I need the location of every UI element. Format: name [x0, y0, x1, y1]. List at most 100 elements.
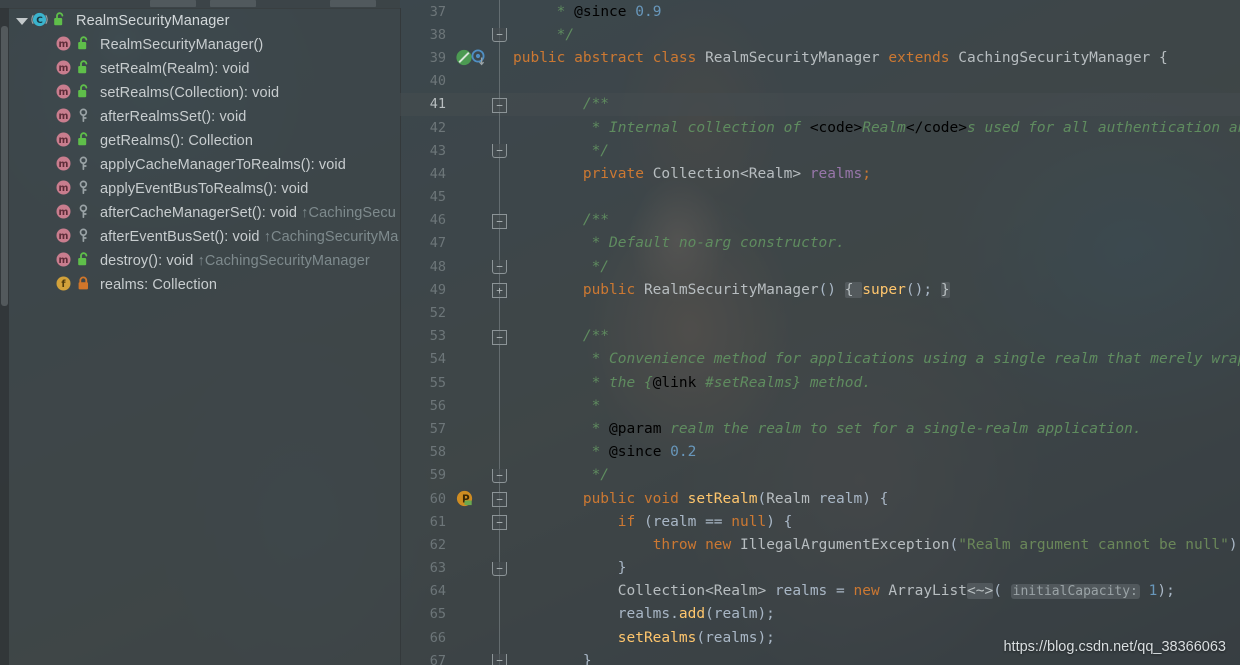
code-line[interactable]: 46 − /**	[400, 208, 1240, 232]
code-line[interactable]: 64 Collection<Realm> realms = new ArrayL…	[400, 579, 1240, 603]
method-icon: m	[55, 227, 75, 247]
protected-key-icon	[77, 204, 93, 222]
code-text: * the {@link #setRealms} method.	[582, 374, 871, 391]
toolbar-chip[interactable]	[150, 0, 196, 7]
code-editor[interactable]: 37 * @since 0.9 38 − */ 39 public abstract c…	[400, 0, 1240, 665]
gutter-markers	[453, 46, 487, 69]
structure-item-3[interactable]: m afterRealmsSet(): void	[9, 105, 400, 129]
code-line[interactable]: 65 realms.add(realm);	[400, 602, 1240, 627]
fold-end-handle[interactable]: −	[492, 468, 507, 483]
fold-column	[487, 69, 513, 93]
line-number: 58	[429, 444, 446, 461]
gutter-markers	[453, 371, 487, 394]
code-line[interactable]: 52	[400, 301, 1240, 325]
fold-end-handle[interactable]: −	[492, 144, 507, 159]
gutter-markers	[453, 23, 487, 46]
chevron-down-icon[interactable]	[13, 9, 31, 33]
structure-scrollbar[interactable]	[0, 8, 9, 665]
code-line[interactable]: 43 − */	[400, 139, 1240, 163]
ide-window: C RealmSecurityManager m RealmSecurityManag…	[0, 0, 1240, 665]
code-line[interactable]: 38 − */	[400, 23, 1240, 47]
code-line[interactable]: 49 + public RealmSecurityManager() { supe…	[400, 278, 1240, 302]
code-line[interactable]: 57 * @param realm the realm to set for a…	[400, 417, 1240, 441]
fold-end-handle[interactable]: −	[492, 260, 507, 275]
fold-collapse-handle[interactable]: −	[492, 491, 507, 507]
fold-guide	[499, 394, 500, 418]
fold-guide	[499, 69, 500, 93]
code-line[interactable]: 60 P − public void setRealm(Realm realm) {	[400, 486, 1240, 512]
structure-item-4[interactable]: m getRealms(): Collection	[9, 129, 400, 153]
gutter-markers	[453, 116, 487, 139]
code-text: Collection<Realm> realms = new ArrayList…	[617, 583, 1175, 600]
fold-guide	[499, 533, 500, 557]
fold-collapse-handle[interactable]: −	[492, 515, 507, 531]
svg-text:m: m	[59, 111, 69, 122]
structure-item-7[interactable]: m afterCacheManagerSet(): void ↑CachingSe…	[9, 201, 400, 225]
gutter-markers	[453, 348, 487, 371]
gutter-markers	[453, 0, 487, 23]
code-text: if (realm == null) {	[617, 513, 793, 530]
gutter-markers	[453, 557, 487, 580]
code-line[interactable]: 61 − if (realm == null) {	[400, 510, 1240, 534]
toolbar-chip[interactable]	[330, 0, 376, 7]
structure-item-1[interactable]: m setRealm(Realm): void	[9, 57, 400, 81]
structure-root-node[interactable]: C RealmSecurityManager	[9, 9, 400, 33]
implemented-gutter-icon[interactable]	[455, 48, 485, 71]
structure-item-2[interactable]: m setRealms(Collection): void	[9, 81, 400, 105]
structure-item-label: applyCacheManagerToRealms(): void	[100, 157, 346, 173]
fold-end-handle[interactable]: −	[492, 654, 507, 665]
gutter-markers	[453, 139, 487, 162]
code-text: realms.add(realm);	[617, 606, 775, 623]
code-line[interactable]: 44 private Collection<Realm> realms;	[400, 162, 1240, 186]
code-line[interactable]: 62 throw new IllegalArgumentException("R…	[400, 533, 1240, 557]
code-line[interactable]: 47 * Default no-arg constructor.	[400, 231, 1240, 256]
code-line[interactable]: 54 * Convenience method for applications…	[400, 347, 1240, 371]
code-text: /**	[582, 96, 610, 113]
override-gutter-icon[interactable]: P	[455, 489, 475, 512]
fold-guide	[499, 301, 500, 325]
fold-collapse-handle[interactable]: −	[492, 213, 507, 229]
code-line[interactable]: 41 − /**	[400, 92, 1240, 116]
fold-expand-handle[interactable]: +	[492, 283, 507, 299]
structure-item-6[interactable]: m applyEventBusToRealms(): void	[9, 177, 400, 201]
code-line[interactable]: 39 public abstract class RealmSecurityMan…	[400, 46, 1240, 70]
fold-end-handle[interactable]: −	[492, 561, 507, 576]
fold-column	[487, 231, 513, 256]
fold-collapse-handle[interactable]: −	[492, 329, 507, 345]
gutter-markers	[453, 649, 487, 665]
fold-column: −	[487, 23, 513, 47]
method-icon: m	[55, 107, 75, 127]
code-line[interactable]: 42 * Internal collection of <code>Realm<…	[400, 115, 1240, 140]
structure-item-9[interactable]: m destroy(): void ↑CachingSecurityManager	[9, 249, 400, 273]
structure-scrollbar-thumb[interactable]	[1, 26, 8, 306]
code-line[interactable]: 40	[400, 69, 1240, 93]
structure-item-5[interactable]: m applyCacheManagerToRealms(): void	[9, 153, 400, 177]
fold-guide	[499, 417, 500, 441]
code-line[interactable]: 56 *	[400, 394, 1240, 418]
fold-column	[487, 0, 513, 24]
line-number: 59	[429, 467, 446, 484]
structure-item-0[interactable]: m RealmSecurityManager()	[9, 33, 400, 57]
code-line[interactable]: 55 * the {@link #setRealms} method.	[400, 371, 1240, 395]
toolbar-chip[interactable]	[210, 0, 256, 7]
line-number: 37	[429, 3, 446, 20]
line-number: 55	[429, 374, 446, 391]
public-unlock-icon	[77, 60, 93, 78]
fold-guide	[499, 185, 500, 209]
code-line[interactable]: 59 − */	[400, 463, 1240, 487]
code-line[interactable]: 45	[400, 185, 1240, 209]
fold-column	[487, 162, 513, 186]
fold-collapse-handle[interactable]: −	[492, 97, 507, 113]
gutter-markers	[453, 70, 487, 93]
code-line[interactable]: 58 * @since 0.2	[400, 440, 1240, 464]
public-unlock-icon	[53, 12, 69, 30]
code-line[interactable]: 63 − }	[400, 556, 1240, 580]
code-line[interactable]: 48 − */	[400, 255, 1240, 279]
code-line[interactable]: 53 − /**	[400, 324, 1240, 348]
gutter-markers	[453, 580, 487, 603]
code-line[interactable]: 37 * @since 0.9	[400, 0, 1240, 24]
structure-item-8[interactable]: m afterEventBusSet(): void ↑CachingSecuri…	[9, 225, 400, 249]
structure-item-10[interactable]: f realms: Collection	[9, 273, 400, 297]
line-number: 46	[429, 212, 446, 229]
fold-end-handle[interactable]: −	[492, 28, 507, 43]
